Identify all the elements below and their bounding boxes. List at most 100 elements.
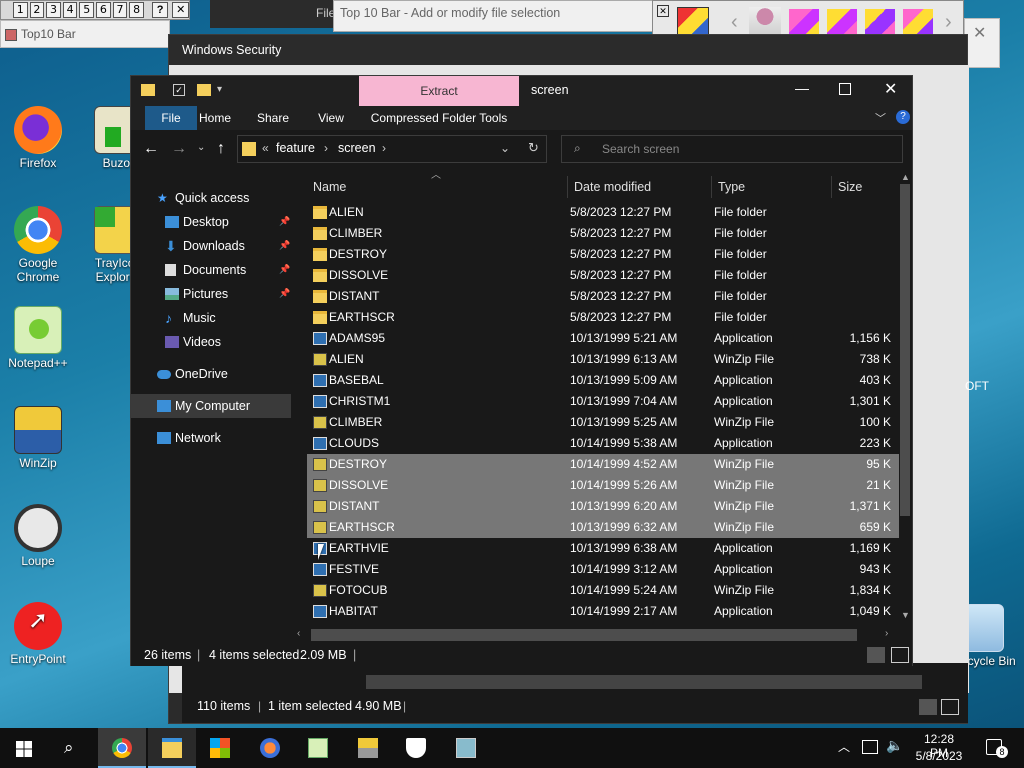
- tab-home[interactable]: Home: [197, 106, 233, 130]
- new-folder-icon[interactable]: [197, 84, 211, 96]
- file-row[interactable]: EARTHSCR 10/13/1999 6:32 AM WinZip File 659…: [307, 517, 899, 538]
- file-row[interactable]: ALIEN 5/8/2023 12:27 PM File folder: [307, 202, 899, 223]
- file-row[interactable]: BASEBAL 10/13/1999 5:09 AM Application 403 …: [307, 370, 899, 391]
- vertical-scrollbar-thumb[interactable]: [900, 184, 910, 516]
- tab-file[interactable]: File: [145, 106, 197, 130]
- toolbar-button-5[interactable]: 5: [79, 2, 95, 18]
- nav-pictures[interactable]: Pictures 📌: [131, 282, 291, 306]
- file-row[interactable]: DISTANT 5/8/2023 12:27 PM File folder: [307, 286, 899, 307]
- qat-dropdown-icon[interactable]: ▾: [217, 84, 222, 95]
- file-row[interactable]: EARTHVIE 10/13/1999 6:38 AM Application 1,1…: [307, 538, 899, 559]
- toolbar-button-6[interactable]: 6: [96, 2, 111, 18]
- taskbar-store[interactable]: [196, 728, 244, 768]
- chevron-right-icon[interactable]: ›: [382, 141, 386, 155]
- file-row[interactable]: DESTROY 5/8/2023 12:27 PM File folder: [307, 244, 899, 265]
- column-header-date[interactable]: Date modified: [574, 174, 651, 200]
- desktop-icon-winzip[interactable]: WinZip: [0, 406, 76, 470]
- chevron-up-icon[interactable]: ︿: [838, 738, 850, 755]
- recent-dropdown-icon[interactable]: ⌄: [197, 142, 205, 153]
- address-dropdown-icon[interactable]: ⌄: [500, 141, 510, 155]
- file-row[interactable]: FESTIVE 10/14/1999 3:12 AM Application 943 …: [307, 559, 899, 580]
- taskbar-file-explorer[interactable]: [148, 728, 196, 768]
- network-icon[interactable]: [862, 740, 878, 754]
- toolbar-button-8[interactable]: 8: [129, 2, 144, 18]
- breadcrumb-overflow[interactable]: «: [262, 141, 269, 155]
- close-button[interactable]: ✕: [172, 2, 189, 18]
- file-row[interactable]: DISSOLVE 10/14/1999 5:26 AM WinZip File 21 …: [307, 475, 899, 496]
- file-row[interactable]: CLIMBER 5/8/2023 12:27 PM File folder: [307, 223, 899, 244]
- close-icon[interactable]: ✕: [884, 79, 897, 99]
- horizontal-scrollbar-left-icon[interactable]: ‹: [297, 628, 300, 639]
- desktop-icon-notepadpp[interactable]: Notepad++: [0, 306, 76, 370]
- desktop-icon-firefox[interactable]: Firefox: [0, 106, 76, 170]
- desktop-icon-entrypoint[interactable]: ➚ EntryPoint: [0, 602, 76, 666]
- address-bar[interactable]: « feature › screen › ⌄ ↻: [237, 135, 547, 163]
- clock-date[interactable]: 5/8/2023: [914, 749, 964, 763]
- vertical-scrollbar-up-icon[interactable]: ▲: [901, 172, 910, 182]
- column-header-size[interactable]: Size: [838, 174, 862, 200]
- refresh-icon[interactable]: ↻: [528, 140, 539, 156]
- close-icon[interactable]: ✕: [657, 5, 669, 17]
- toolbar-button-4[interactable]: 4: [62, 2, 78, 18]
- horizontal-scrollbar-thumb[interactable]: [311, 629, 857, 641]
- maximize-icon[interactable]: [839, 83, 851, 95]
- minimize-icon[interactable]: —: [795, 80, 809, 96]
- file-row[interactable]: DISSOLVE 5/8/2023 12:27 PM File folder: [307, 265, 899, 286]
- nav-videos[interactable]: Videos: [131, 330, 291, 354]
- nav-quick-access[interactable]: ★ Quick access: [131, 186, 291, 210]
- file-row[interactable]: CLIMBER 10/13/1999 5:25 AM WinZip File 100 …: [307, 412, 899, 433]
- close-icon[interactable]: ✕: [973, 23, 986, 43]
- taskbar-notepadpp[interactable]: [294, 728, 342, 768]
- file-row[interactable]: CLOUDS 10/14/1999 5:38 AM Application 223 K: [307, 433, 899, 454]
- file-row[interactable]: ALIEN 10/13/1999 6:13 AM WinZip File 738 K: [307, 349, 899, 370]
- file-row[interactable]: FOTOCUB 10/14/1999 5:24 AM WinZip File 1,83…: [307, 580, 899, 601]
- large-icons-view-icon[interactable]: [891, 647, 909, 663]
- search-icon[interactable]: ⌕: [64, 738, 74, 758]
- tab-view[interactable]: View: [313, 106, 349, 130]
- help-icon[interactable]: ?: [896, 110, 910, 124]
- properties-icon[interactable]: ✓: [173, 84, 185, 96]
- tab-compressed-folder-tools[interactable]: Compressed Folder Tools: [359, 106, 519, 130]
- toolbar-button-1[interactable]: 1: [13, 2, 28, 18]
- start-button-icon[interactable]: [16, 741, 32, 757]
- taskbar-chrome[interactable]: [98, 728, 146, 768]
- toolbar-button-7[interactable]: 7: [112, 2, 128, 18]
- desktop-icon-chrome[interactable]: Google Chrome: [0, 206, 76, 284]
- breadcrumb-feature[interactable]: feature: [276, 141, 315, 155]
- nav-desktop[interactable]: Desktop 📌: [131, 210, 291, 234]
- nav-onedrive[interactable]: OneDrive: [131, 362, 291, 386]
- details-view-icon[interactable]: [919, 699, 937, 715]
- column-header-name[interactable]: Name: [313, 174, 346, 200]
- toolbar-button-2[interactable]: 2: [29, 2, 45, 18]
- search-box[interactable]: ⌕ Search screen: [561, 135, 903, 163]
- file-row[interactable]: CHRISTM1 10/13/1999 7:04 AM Application 1,3…: [307, 391, 899, 412]
- nav-downloads[interactable]: ⬇ Downloads 📌: [131, 234, 291, 258]
- back-hscrollbar[interactable]: [366, 675, 922, 689]
- file-row[interactable]: HABITAT 10/14/1999 2:17 AM Application 1,04…: [307, 601, 899, 622]
- breadcrumb-screen[interactable]: screen: [338, 141, 376, 155]
- taskbar-toolbar-app[interactable]: [442, 728, 490, 768]
- up-arrow-icon[interactable]: ↑: [217, 140, 225, 158]
- desktop-icon-loupe[interactable]: Loupe: [0, 504, 76, 568]
- forward-arrow-icon[interactable]: →: [171, 140, 187, 158]
- taskbar-security[interactable]: [392, 728, 440, 768]
- nav-my-computer[interactable]: My Computer: [131, 394, 291, 418]
- taskbar-winzip[interactable]: [344, 728, 392, 768]
- ribbon-expand-icon[interactable]: ﹀: [875, 110, 886, 126]
- tab-share[interactable]: Share: [255, 106, 291, 130]
- chevron-right-icon[interactable]: ›: [945, 11, 952, 34]
- column-header-type[interactable]: Type: [718, 174, 745, 200]
- file-row[interactable]: EARTHSCR 5/8/2023 12:27 PM File folder: [307, 307, 899, 328]
- nav-documents[interactable]: Documents 📌: [131, 258, 291, 282]
- chevron-right-icon[interactable]: ›: [324, 141, 328, 155]
- large-icons-view-icon[interactable]: [941, 699, 959, 715]
- volume-icon[interactable]: 🔈: [886, 737, 903, 754]
- toolbar-button-3[interactable]: 3: [46, 2, 61, 18]
- back-arrow-icon[interactable]: ←: [143, 140, 159, 158]
- search-input[interactable]: Search screen: [602, 142, 679, 156]
- horizontal-scrollbar-right-icon[interactable]: ›: [885, 628, 888, 639]
- vertical-scrollbar-down-icon[interactable]: ▼: [901, 610, 910, 620]
- nav-music[interactable]: ♪ Music: [131, 306, 291, 330]
- details-view-icon[interactable]: [867, 647, 885, 663]
- file-row[interactable]: ADAMS95 10/13/1999 5:21 AM Application 1,15…: [307, 328, 899, 349]
